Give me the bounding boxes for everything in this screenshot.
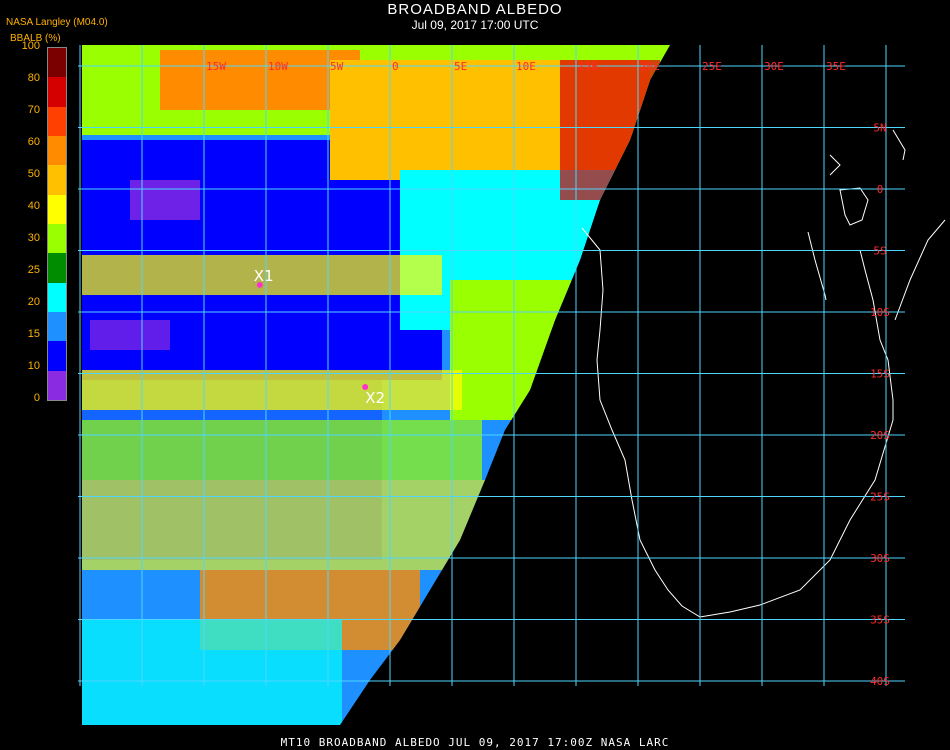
longitude-label: 25E (702, 60, 722, 73)
latitude-label: 0 (877, 183, 884, 196)
albedo-image (82, 45, 670, 725)
longitude-label: 0 (392, 60, 399, 73)
site-marker-label: X2 (365, 389, 385, 407)
longitude-label: 35E (826, 60, 846, 73)
footer-caption: MT10 BROADBAND ALBEDO JUL 09, 2017 17:00… (280, 736, 670, 749)
longitude-label: 15E (578, 60, 598, 73)
longitude-label: 10E (516, 60, 536, 73)
longitude-label: 15W (206, 60, 226, 73)
longitude-label: 5E (454, 60, 467, 73)
latitude-label: 20S (870, 429, 890, 442)
site-marker-label: X1 (254, 267, 274, 285)
latitude-label: 15S (870, 368, 890, 381)
latitude-label: 25S (870, 491, 890, 504)
latitude-label: 5N (873, 122, 886, 135)
longitude-label: 5W (330, 60, 344, 73)
latitude-label: 35S (870, 614, 890, 627)
satellite-map: 15W 10W 5W 0 5E 10E 15E 20E 25E 30E 35E 5N 0 5S 10S 15S… (78, 45, 946, 725)
longitude-label: 10W (268, 60, 288, 73)
longitude-label: 20E (640, 60, 660, 73)
longitude-label: 30E (764, 60, 784, 73)
latitude-label: 5S (873, 245, 886, 258)
latitude-label: 30S (870, 552, 890, 565)
latitude-label: 10S (870, 306, 890, 319)
latitude-label: 40S (870, 675, 890, 688)
